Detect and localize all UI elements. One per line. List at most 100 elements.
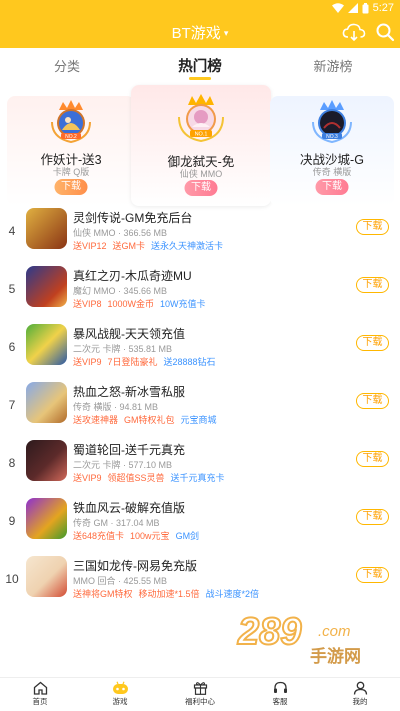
- podium-game-tag: 传奇 横版: [312, 167, 352, 177]
- rank-number: 5: [8, 282, 16, 296]
- crown-icon: NO.3: [312, 100, 352, 144]
- svg-text:289: 289: [237, 611, 301, 653]
- list-item[interactable]: 4 灵剑传说-GM免充后台 仙侠 MMO · 366.56 MB 送VIP12 …: [0, 206, 400, 264]
- download-button[interactable]: 下载: [356, 393, 389, 409]
- download-button[interactable]: 下载: [54, 179, 88, 195]
- search-icon[interactable]: [375, 22, 395, 42]
- game-tag: 送VIP9: [73, 357, 102, 367]
- status-icons: 5:27: [331, 1, 394, 15]
- rank-number: 8: [8, 456, 16, 470]
- tab-hot-ranking[interactable]: 热门榜: [140, 55, 260, 76]
- nav-label: 游戏: [112, 697, 128, 706]
- game-tag: 元宝商城: [180, 415, 217, 425]
- nav-profile[interactable]: 我的: [330, 681, 390, 707]
- nav-customer-service[interactable]: 客服: [250, 681, 310, 707]
- game-name: 热血之怒-新冰雪私服: [73, 385, 185, 399]
- gift-icon: [193, 682, 207, 695]
- tab-new-games[interactable]: 新游榜: [273, 56, 393, 75]
- header-title: BT游戏: [171, 25, 221, 42]
- game-tags: 送神将GM特权 移动加速*1.5倍 战斗速度*2倍: [73, 587, 259, 600]
- game-controller-icon: [112, 681, 128, 694]
- download-button[interactable]: 下载: [356, 451, 389, 467]
- game-tag: GM特权礼包: [124, 415, 175, 425]
- nav-home[interactable]: 首页: [10, 681, 70, 707]
- podium-card-second[interactable]: NO.2 作妖计-送3 卡牌 Q版 下载: [7, 96, 135, 206]
- wifi-icon: [331, 3, 344, 13]
- game-tag: 送VIP12: [73, 241, 107, 251]
- game-thumbnail: [26, 266, 67, 307]
- status-bar: 5:27: [0, 0, 400, 16]
- nav-games[interactable]: 游戏: [90, 681, 150, 707]
- game-tag: 送永久天神激活卡: [151, 241, 224, 251]
- game-meta: MMO 回合 · 425.55 MB: [73, 576, 168, 586]
- bottom-navigation: 首页 游戏 福利中心 客服 我的: [0, 677, 400, 711]
- nav-label: 首页: [32, 697, 48, 706]
- game-tags: 送VIP9 领超值SS灵兽 送千元真充卡: [73, 471, 225, 484]
- rank-number: 7: [8, 398, 16, 412]
- headset-icon: [273, 681, 287, 693]
- download-button[interactable]: 下载: [356, 277, 389, 293]
- podium-card-third[interactable]: NO.3 决战沙城-G 传奇 横版 下载: [270, 96, 394, 206]
- game-meta: 仙侠 MMO · 366.56 MB: [73, 228, 168, 238]
- download-button[interactable]: 下载: [315, 179, 349, 195]
- signal-icon: [347, 3, 358, 13]
- game-meta: 传奇 GM · 317.04 MB: [73, 518, 160, 528]
- game-name: 真红之刃-木瓜奇迹MU: [73, 269, 192, 283]
- nav-welfare-center[interactable]: 福利中心: [170, 681, 230, 707]
- game-tag: 送28888钻石: [163, 357, 216, 367]
- podium-game-tag: 卡牌 Q版: [52, 167, 90, 177]
- list-item[interactable]: 10 三国如龙传-网易免充版 MMO 回合 · 425.55 MB 送神将GM特…: [0, 554, 400, 612]
- download-button[interactable]: 下载: [356, 335, 389, 351]
- crown-icon: NO.1: [178, 94, 224, 143]
- svg-text:NO.1: NO.1: [195, 132, 208, 138]
- game-thumbnail: [26, 324, 67, 365]
- game-tag: 送神将GM特权: [73, 589, 133, 599]
- svg-text:.com: .com: [318, 623, 351, 640]
- game-tag: 送攻速神器: [73, 415, 119, 425]
- game-meta: 传奇 横版 · 94.81 MB: [73, 402, 159, 412]
- game-thumbnail: [26, 382, 67, 423]
- list-item[interactable]: 9 铁血风云-破解充值版 传奇 GM · 317.04 MB 送648充值卡 1…: [0, 496, 400, 554]
- game-tag: 送VIP8: [73, 299, 102, 309]
- svg-text:NO.2: NO.2: [65, 134, 77, 140]
- rank-number: 4: [8, 224, 16, 238]
- nav-label: 客服: [272, 697, 288, 706]
- battery-icon: [362, 2, 369, 13]
- app-header: 5:27 BT游戏 ▾: [0, 0, 400, 48]
- podium-game-tag: 仙侠 MMO: [179, 169, 223, 179]
- svg-text:NO.3: NO.3: [326, 134, 338, 140]
- tab-category[interactable]: 分类: [7, 56, 127, 75]
- download-button[interactable]: 下载: [356, 509, 389, 525]
- download-button[interactable]: 下载: [356, 219, 389, 235]
- game-thumbnail: [26, 556, 67, 597]
- download-button[interactable]: 下载: [184, 180, 218, 196]
- game-tags: 送攻速神器 GM特权礼包 元宝商城: [73, 413, 217, 426]
- podium-card-first[interactable]: NO.1 御龙弑天-免 仙侠 MMO 下载: [131, 85, 271, 206]
- site-watermark-logo: 289 .com 手游网: [236, 610, 361, 667]
- game-tags: 送648充值卡 100w元宝 GM剑: [73, 529, 199, 542]
- category-tabs: 分类 热门榜 新游榜: [0, 48, 400, 82]
- game-tag: 送千元真充卡: [170, 473, 225, 483]
- game-meta: 二次元 卡牌 · 577.10 MB: [73, 460, 173, 470]
- active-tab-indicator: [189, 77, 211, 80]
- game-tag: 送VIP9: [73, 473, 102, 483]
- rank-number: 10: [5, 572, 19, 586]
- game-tag: 领超值SS灵兽: [107, 473, 165, 483]
- svg-text:手游网: 手游网: [310, 646, 361, 667]
- list-item[interactable]: 8 蜀道轮回-送千元真充 二次元 卡牌 · 577.10 MB 送VIP9 领超…: [0, 438, 400, 496]
- header-title-dropdown[interactable]: BT游戏 ▾: [0, 22, 400, 43]
- list-item[interactable]: 6 暴风战舰-天天领充值 二次元 卡牌 · 535.81 MB 送VIP9 7日…: [0, 322, 400, 380]
- rank-number: 9: [8, 514, 16, 528]
- nav-label: 我的: [352, 697, 368, 706]
- game-name: 灵剑传说-GM免充后台: [73, 211, 193, 225]
- crown-icon: NO.2: [51, 100, 91, 144]
- game-tag: 送GM卡: [112, 241, 146, 251]
- cloud-download-icon[interactable]: [342, 22, 366, 42]
- list-item[interactable]: 5 真红之刃-木瓜奇迹MU 魔幻 MMO · 345.66 MB 送VIP8 1…: [0, 264, 400, 322]
- game-name: 暴风战舰-天天领充值: [73, 327, 185, 341]
- game-tags: 送VIP9 7日登陆豪礼 送28888钻石: [73, 355, 216, 368]
- game-name: 三国如龙传-网易免充版: [73, 559, 197, 573]
- download-button[interactable]: 下载: [356, 567, 389, 583]
- chevron-down-icon: ▾: [223, 28, 229, 38]
- list-item[interactable]: 7 热血之怒-新冰雪私服 传奇 横版 · 94.81 MB 送攻速神器 GM特权…: [0, 380, 400, 438]
